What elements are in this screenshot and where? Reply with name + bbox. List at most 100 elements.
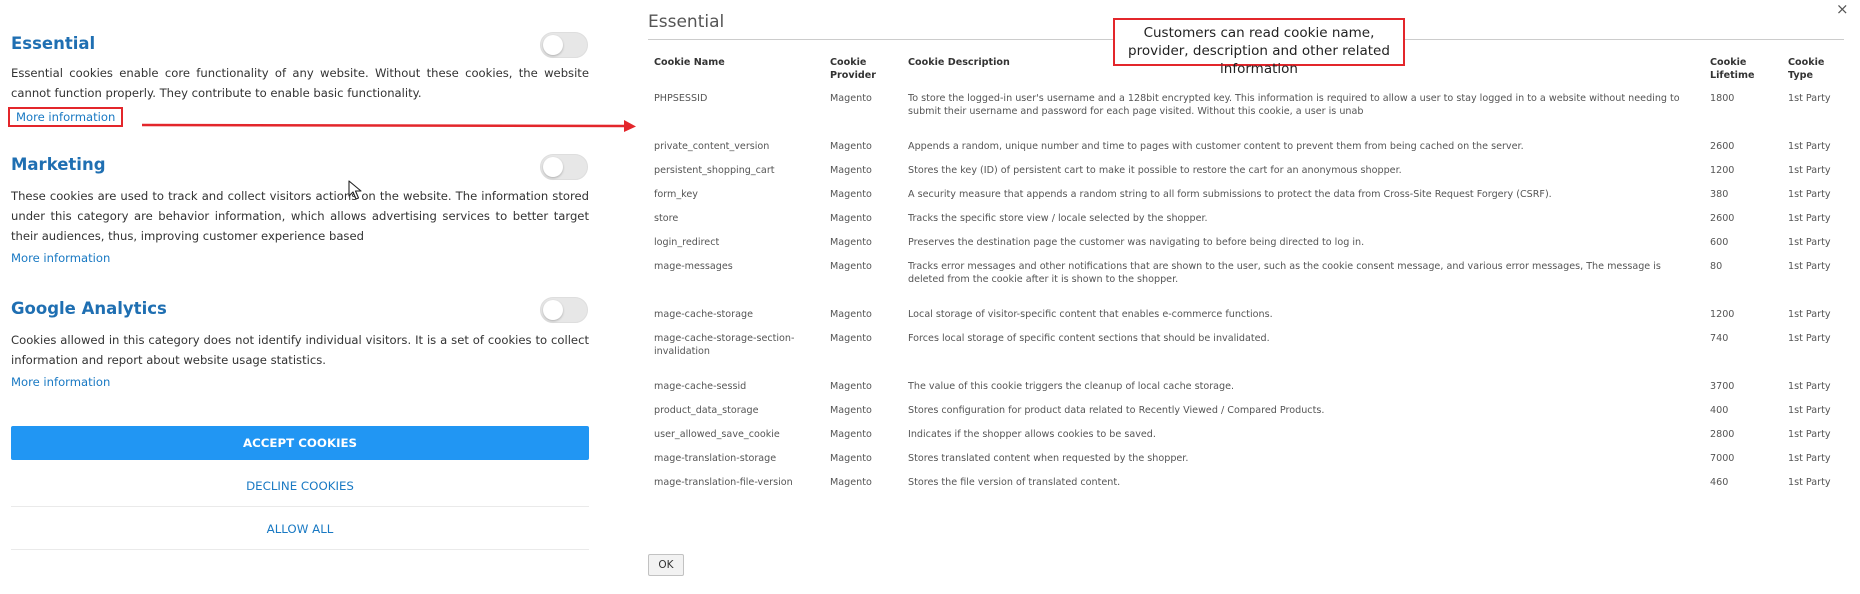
essential-toggle[interactable] [540, 32, 588, 58]
more-information-link-google-analytics[interactable]: More information [11, 375, 110, 389]
cookie-provider-cell: Magento [830, 141, 872, 152]
modal-title: Essential [648, 12, 725, 32]
cookie-lifetime-cell: 460 [1710, 477, 1729, 488]
cookie-provider-cell: Magento [830, 381, 872, 392]
cookie-lifetime-cell: 2800 [1710, 429, 1735, 440]
decline-cookies-button[interactable]: DECLINE COOKIES [11, 465, 589, 507]
column-header-cookie-name: Cookie Name [654, 57, 725, 68]
cookie-type-cell: 1st Party [1788, 213, 1831, 224]
cookie-provider-cell: Magento [830, 477, 872, 488]
cookie-type-cell: 1st Party [1788, 429, 1831, 440]
google-analytics-toggle[interactable] [540, 297, 588, 323]
cookie-group-marketing: Marketing These cookies are used to trac… [11, 150, 589, 296]
cookie-lifetime-cell: 380 [1710, 189, 1729, 200]
cookie-description-cell: The value of this cookie triggers the cl… [908, 381, 1235, 392]
cookie-provider-cell: Magento [830, 237, 872, 248]
cookie-name-cell: private_content_version [654, 141, 770, 152]
cookie-lifetime-cell: 80 [1710, 261, 1723, 272]
ok-button[interactable]: OK [648, 554, 684, 576]
cookie-description-cell: A security measure that appends a random… [908, 189, 1552, 200]
table-row: login_redirect Magento Preserves the desti… [648, 236, 1844, 260]
cookie-name-cell: mage-translation-storage [654, 453, 777, 464]
cookie-description-cell: Indicates if the shopper allows cookies … [908, 429, 1156, 440]
annotation-callout: Customers can read cookie name, provider… [1113, 18, 1405, 77]
cookie-provider-cell: Magento [830, 333, 872, 344]
cookie-description-cell: Stores configuration for product data re… [908, 405, 1325, 416]
cookie-lifetime-cell: 2600 [1710, 213, 1735, 224]
cookie-name-cell: login_redirect [654, 237, 720, 248]
cookie-lifetime-cell: 2600 [1710, 141, 1735, 152]
cookie-description-cell: Tracks error messages and other notifica… [908, 261, 1661, 285]
cookie-table: Cookie Name Cookie Provider Cookie Descr… [648, 54, 1844, 500]
table-row: mage-cache-sessid Magento The value of thi… [648, 380, 1844, 404]
cookie-provider-cell: Magento [830, 165, 872, 176]
table-row: product_data_storage Magento Stores config… [648, 404, 1844, 428]
cookie-provider-cell: Magento [830, 453, 872, 464]
cookie-provider-cell: Magento [830, 189, 872, 200]
table-row: form_key Magento A security measure that a… [648, 188, 1844, 212]
cookie-type-cell: 1st Party [1788, 237, 1831, 248]
cookie-lifetime-cell: 400 [1710, 405, 1729, 416]
cookie-provider-cell: Magento [830, 405, 872, 416]
more-information-link-essential[interactable]: More information [8, 107, 124, 127]
table-row: private_content_version Magento Appends a … [648, 140, 1844, 164]
cookie-lifetime-cell: 3700 [1710, 381, 1735, 392]
cookie-name-cell: mage-cache-storage [654, 309, 753, 320]
cookie-name-cell: persistent_shopping_cart [654, 165, 775, 176]
cookie-name-cell: mage-cache-storage-section-invalidation [654, 333, 795, 357]
marketing-toggle[interactable] [540, 154, 588, 180]
table-row: user_allowed_save_cookie Magento Indicates… [648, 428, 1844, 452]
toggle-knob [543, 35, 563, 55]
group-title-essential: Essential [11, 34, 96, 53]
cookie-type-cell: 1st Party [1788, 165, 1831, 176]
cookie-provider-cell: Magento [830, 213, 872, 224]
cookie-type-cell: 1st Party [1788, 189, 1831, 200]
cookie-description-cell: To store the logged-in user's username a… [908, 93, 1680, 117]
cookie-type-cell: 1st Party [1788, 141, 1831, 152]
cookie-provider-cell: Magento [830, 261, 872, 272]
cookie-type-cell: 1st Party [1788, 309, 1831, 320]
group-title-marketing: Marketing [11, 155, 106, 174]
cookie-type-cell: 1st Party [1788, 477, 1831, 488]
cookie-description-cell: Stores translated content when requested… [908, 453, 1189, 464]
cookie-type-cell: 1st Party [1788, 93, 1831, 104]
table-row: mage-translation-storage Magento Stores tr… [648, 452, 1844, 476]
cookie-type-cell: 1st Party [1788, 405, 1831, 416]
cookie-description-cell: Tracks the specific store view / locale … [908, 213, 1208, 224]
cookie-lifetime-cell: 1200 [1710, 309, 1735, 320]
group-description-essential: Essential cookies enable core functional… [11, 66, 589, 100]
cookie-description-cell: Appends a random, unique number and time… [908, 141, 1524, 152]
table-row: mage-messages Magento Tracks error message… [648, 260, 1844, 308]
cookie-lifetime-cell: 1800 [1710, 93, 1735, 104]
table-row: persistent_shopping_cart Magento Stores th… [648, 164, 1844, 188]
annotation-arrow [141, 120, 636, 132]
cookie-name-cell: mage-messages [654, 261, 733, 272]
cookie-name-cell: mage-translation-file-version [654, 477, 793, 488]
cookie-group-google-analytics: Google Analytics Cookies allowed in this… [11, 296, 589, 416]
cookie-type-cell: 1st Party [1788, 381, 1831, 392]
cookie-name-cell: PHPSESSID [654, 93, 708, 104]
cookie-provider-cell: Magento [830, 309, 872, 320]
table-row: PHPSESSID Magento To store the logged-in u… [648, 92, 1844, 140]
cookie-type-cell: 1st Party [1788, 333, 1831, 344]
allow-all-button[interactable]: ALLOW ALL [11, 508, 589, 550]
cookie-name-cell: mage-cache-sessid [654, 381, 747, 392]
table-row: store Magento Tracks the specific store vi… [648, 212, 1844, 236]
cookie-name-cell: user_allowed_save_cookie [654, 429, 780, 440]
cookie-lifetime-cell: 600 [1710, 237, 1729, 248]
cookie-lifetime-cell: 740 [1710, 333, 1729, 344]
column-header-cookie-provider: Cookie Provider [830, 57, 877, 81]
close-icon[interactable]: × [1836, 0, 1849, 18]
cookie-description-cell: Forces local storage of specific content… [908, 333, 1270, 344]
cookie-description-cell: Stores the key (ID) of persistent cart t… [908, 165, 1402, 176]
cookie-provider-cell: Magento [830, 93, 872, 104]
cookie-description-cell: Stores the file version of translated co… [908, 477, 1121, 488]
column-header-cookie-type: Cookie Type [1788, 57, 1825, 81]
cookie-type-cell: 1st Party [1788, 261, 1831, 272]
toggle-knob [543, 300, 563, 320]
accept-cookies-button[interactable]: ACCEPT COOKIES [11, 426, 589, 460]
toggle-knob [543, 157, 563, 177]
more-information-link-marketing[interactable]: More information [11, 251, 110, 265]
cookie-table-body: PHPSESSID Magento To store the logged-in u… [648, 92, 1844, 500]
group-description-marketing: These cookies are used to track and coll… [11, 189, 589, 243]
